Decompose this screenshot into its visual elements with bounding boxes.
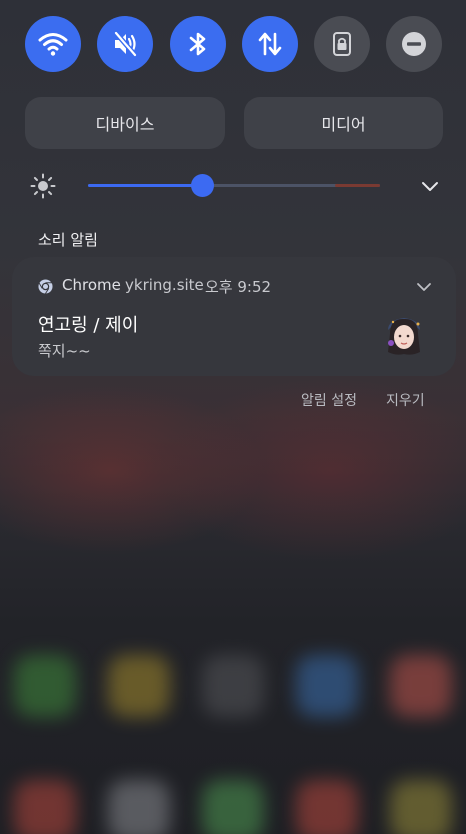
wifi-icon [38,33,68,56]
notification-card[interactable]: Chrome ykring.site 오후 9:52 연고링 / 제이 쪽지~~ [12,257,456,376]
avatar [388,318,420,355]
notification-app-name: Chrome [62,276,121,294]
notification-time: 오후 9:52 [205,278,272,296]
do-not-disturb-toggle[interactable] [386,16,442,72]
media-button-label: 미디어 [321,115,366,134]
blurred-app-icon [390,780,452,834]
mobile-data-toggle[interactable] [242,16,298,72]
blurred-app-icon [108,655,170,717]
notification-body: 쪽지~~ [38,342,91,360]
blurred-app-icon [390,655,452,717]
chrome-icon [38,279,53,294]
brightness-icon [30,173,56,199]
bluetooth-toggle[interactable] [170,16,226,72]
do-not-disturb-icon [402,32,426,56]
bluetooth-icon [189,32,206,56]
notification-site: ykring.site [125,276,204,294]
chevron-down-icon[interactable] [420,176,440,196]
notification-settings-button[interactable]: 알림 설정 [301,390,357,410]
blurred-app-icon [202,655,264,717]
brightness-row [30,170,440,202]
brightness-slider-fill [88,184,202,187]
brightness-slider-thumb[interactable] [190,174,214,197]
brightness-warm-segment [335,184,380,187]
blurred-app-icon [296,780,358,834]
sound-mode-toggle[interactable] [97,16,153,72]
device-button-label: 디바이스 [95,115,155,134]
brightness-slider[interactable] [88,184,380,187]
blurred-app-icon [108,780,170,834]
notification-section-title: 소리 알림 [38,231,98,249]
blurred-app-icon [14,655,76,717]
screen-lock-toggle[interactable] [314,16,370,72]
quick-settings-row [25,16,442,72]
media-button[interactable]: 미디어 [244,97,443,149]
lock-icon [333,32,351,56]
blurred-app-icon [14,780,76,834]
wifi-toggle[interactable] [25,16,81,72]
mute-icon [114,31,137,57]
device-button[interactable]: 디바이스 [25,97,225,149]
blurred-app-icon [296,655,358,717]
notification-title: 연고링 / 제이 [38,315,139,336]
data-transfer-icon [258,32,282,56]
expand-chevron-icon[interactable] [416,279,432,295]
clear-notifications-button[interactable]: 지우기 [386,390,425,410]
blurred-app-icon [202,780,264,834]
